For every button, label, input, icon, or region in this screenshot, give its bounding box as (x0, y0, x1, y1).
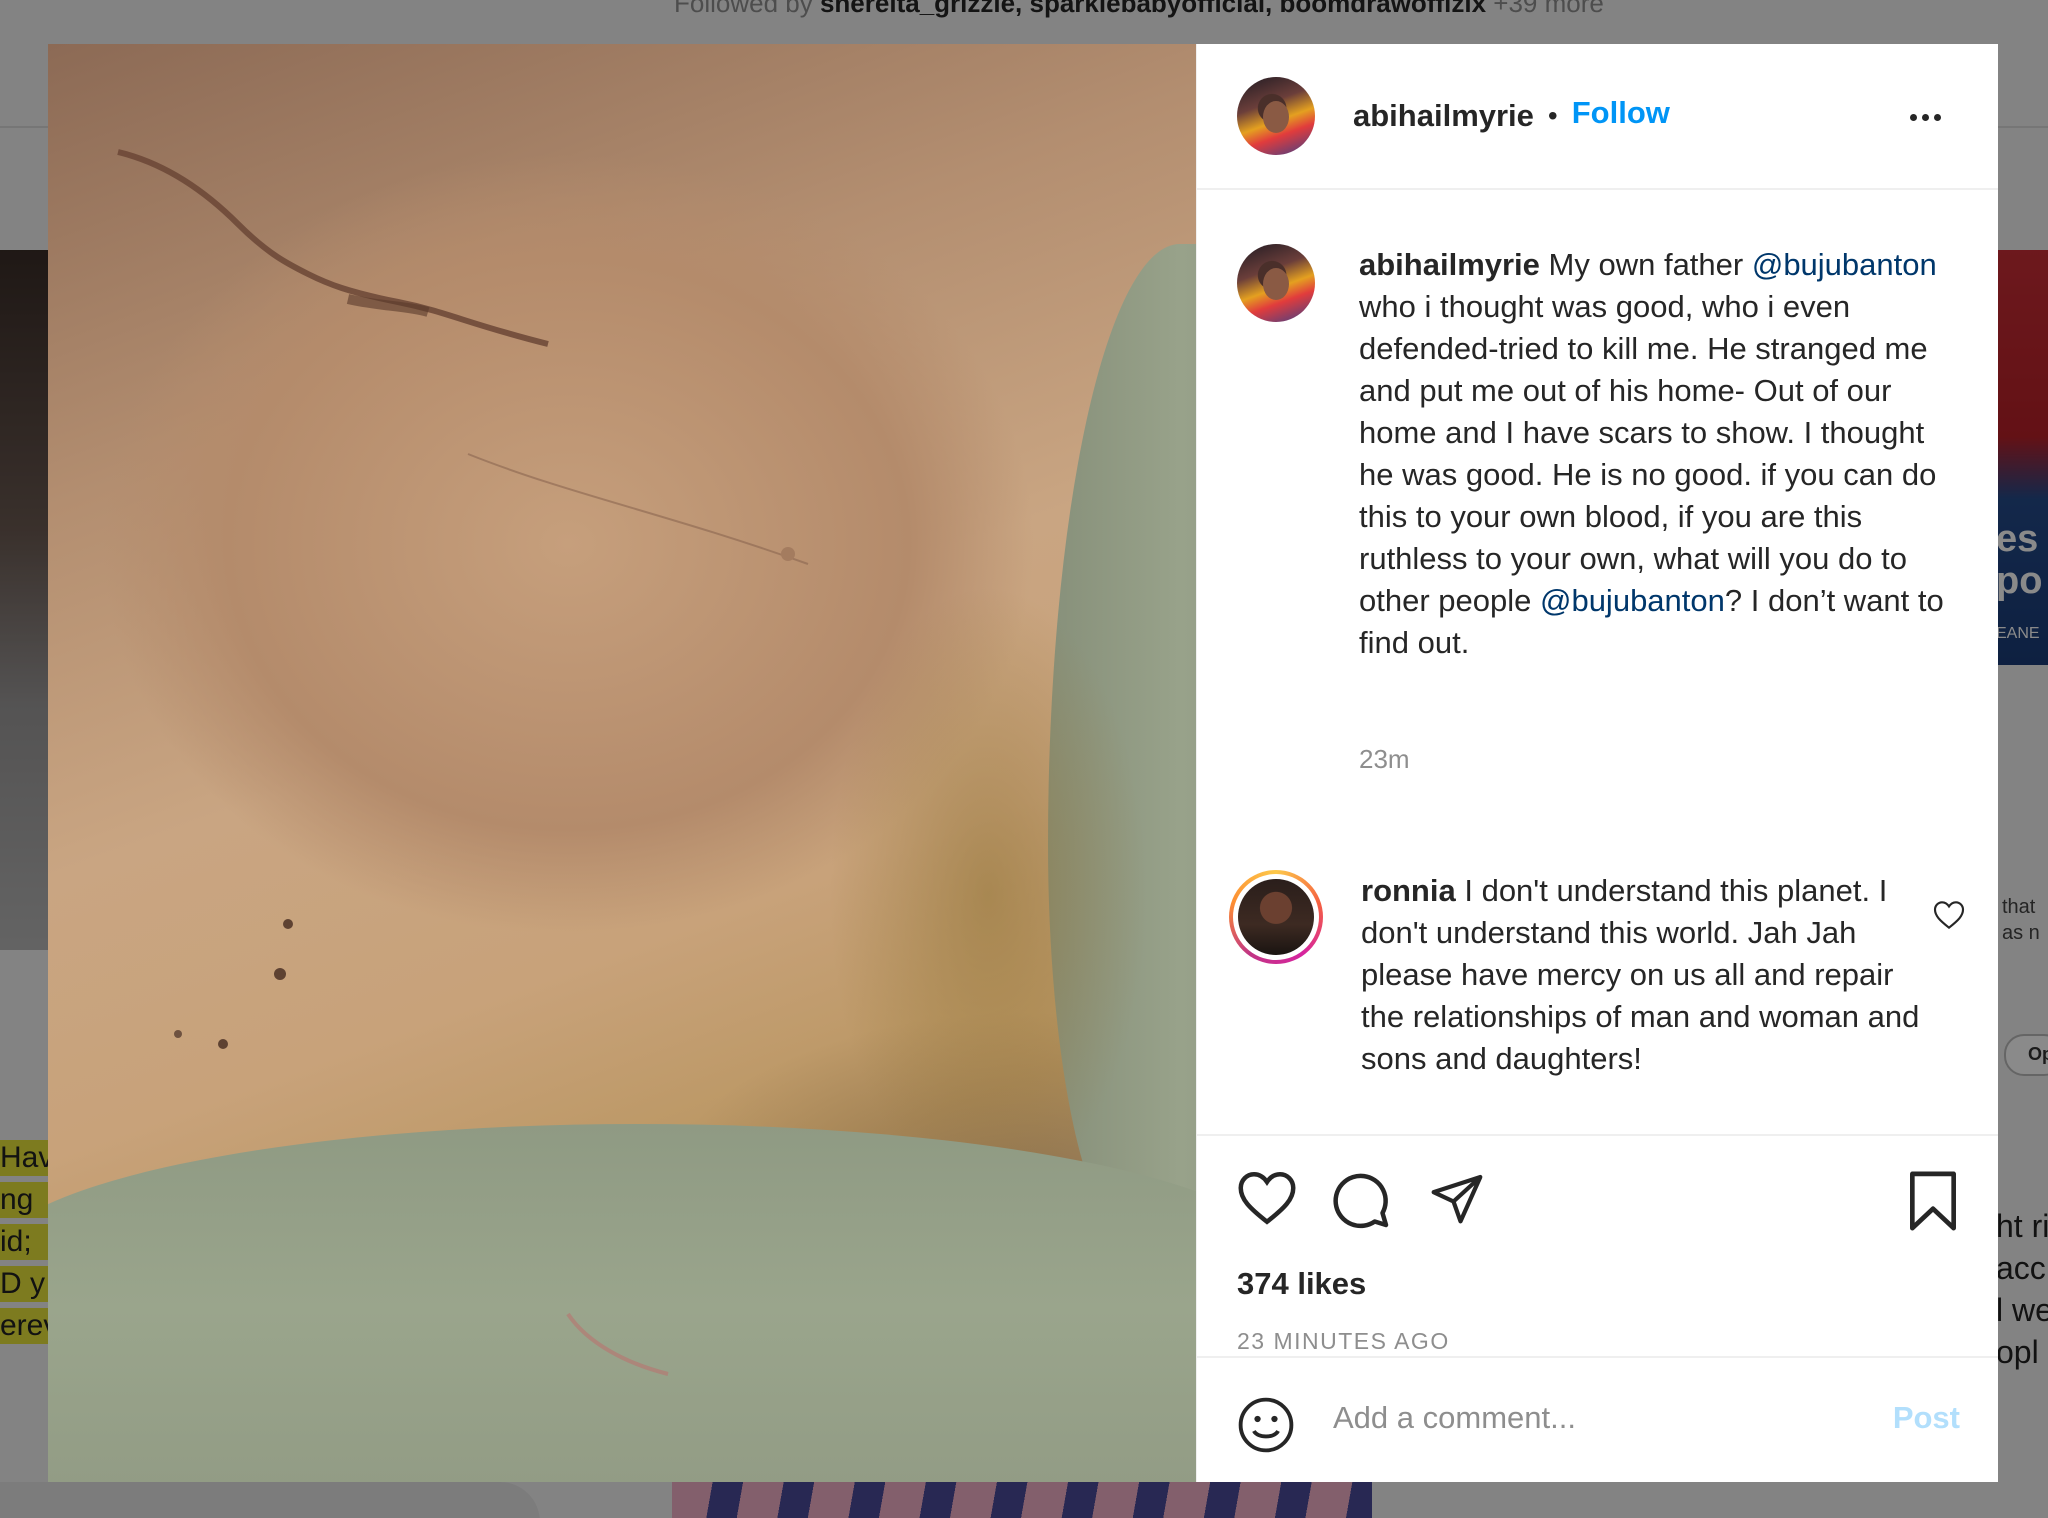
caption-mention-link[interactable]: @bujubanton (1540, 583, 1725, 618)
author-username[interactable]: abihailmyrie (1353, 98, 1534, 134)
commenter-avatar (1238, 879, 1314, 955)
smiley-icon[interactable] (1237, 1396, 1295, 1454)
comment-like-heart-icon[interactable] (1933, 900, 1965, 930)
author-avatar[interactable] (1237, 77, 1315, 155)
commenter-avatar-story-ring[interactable] (1229, 870, 1323, 964)
bookmark-icon[interactable] (1905, 1170, 1961, 1232)
more-options-icon[interactable] (1910, 108, 1950, 121)
post-photo[interactable] (48, 44, 1196, 1482)
post-comment-button[interactable]: Post (1893, 1400, 1960, 1436)
caption-mention-link[interactable]: @bujubanton (1752, 247, 1937, 282)
add-comment-input[interactable] (1333, 1388, 1853, 1448)
caption-text: abihailmyrie My own father @bujubanton w… (1359, 244, 1959, 664)
comment-text: ronnia I don't understand this planet. I… (1361, 870, 1921, 1080)
caption-author-avatar[interactable] (1237, 244, 1315, 322)
post-caption: abihailmyrie My own father @bujubanton w… (1237, 244, 1959, 664)
header-dot-separator: • (1547, 100, 1558, 131)
comment-item: ronnia I don't understand this planet. I… (1229, 870, 1921, 1080)
comment-bubble-icon[interactable] (1331, 1170, 1391, 1230)
heart-icon[interactable] (1237, 1170, 1297, 1226)
paper-plane-icon[interactable] (1427, 1170, 1487, 1226)
caption-text-part: My own father (1539, 247, 1752, 282)
post-header: abihailmyrie • Follow (1197, 44, 1998, 190)
photo-scar-marks (117, 149, 809, 1376)
comments-scroll-area[interactable]: abihailmyrie My own father @bujubanton w… (1197, 190, 1998, 1134)
follow-button[interactable]: Follow (1572, 95, 1670, 131)
add-comment-bar: Post (1197, 1356, 1998, 1482)
likes-count[interactable]: 374 likes (1237, 1266, 1366, 1302)
posted-time-ago[interactable]: 23 MINUTES AGO (1237, 1328, 1450, 1355)
commenter-username[interactable]: ronnia (1361, 873, 1456, 908)
caption-author-username[interactable]: abihailmyrie (1359, 247, 1540, 282)
caption-timestamp[interactable]: 23m (1359, 744, 1410, 775)
post-modal: abihailmyrie • Follow abihailmyrie My ow… (48, 44, 1998, 1482)
caption-text-part: who i thought was good, who i even defen… (1359, 289, 1937, 618)
post-side-panel: abihailmyrie • Follow abihailmyrie My ow… (1196, 44, 1998, 1482)
